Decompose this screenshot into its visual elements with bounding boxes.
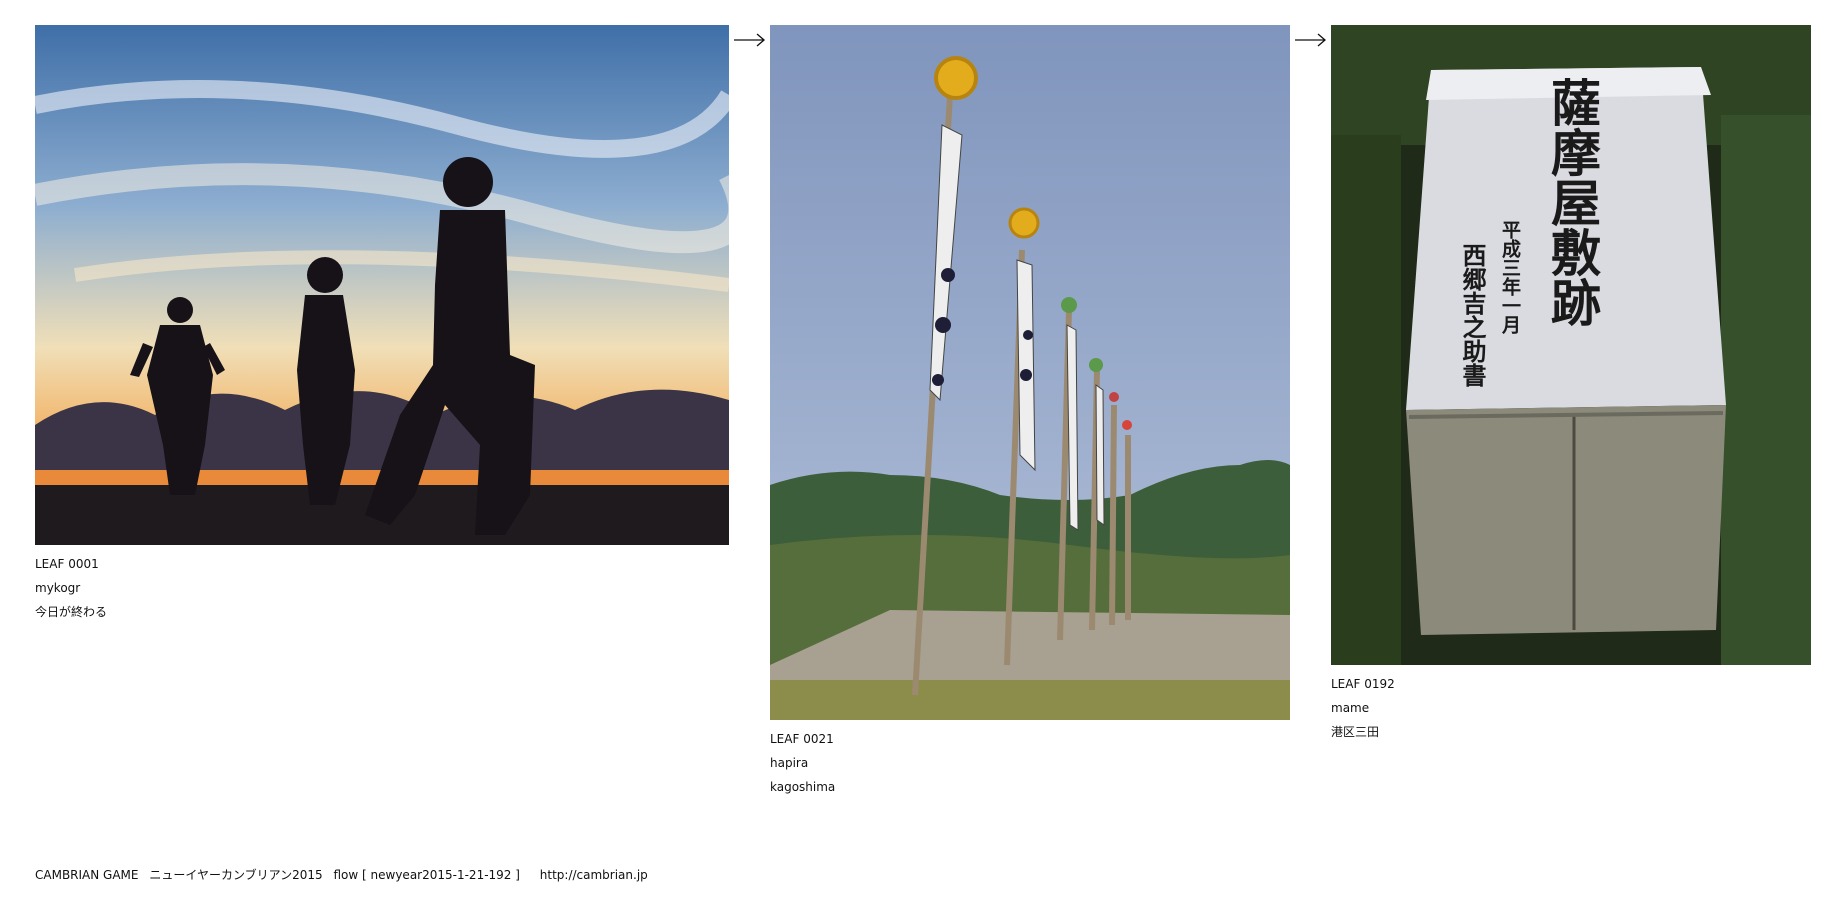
leaf-id[interactable]: LEAF 0192 [1331, 677, 1811, 691]
footer-url-link[interactable]: http://cambrian.jp [540, 868, 648, 882]
stone-main-inscription: 薩摩屋敷跡 [1543, 77, 1602, 327]
stone-author-inscription: 西郷吉之助書 [1458, 243, 1487, 387]
leaf-caption-2: LEAF 0021 hapira kagoshima [770, 732, 1290, 794]
footer-flow: flow [ newyear2015-1-21-192 ] [333, 868, 520, 882]
leaf-photo-sunset-silhouettes[interactable] [35, 25, 729, 545]
leaf-caption-1: LEAF 0001 mykogr 今日が終わる [35, 557, 729, 619]
leaf-card-3: 薩摩屋敷跡 平成三年一月 西郷吉之助書 LEAF 0192 mame 港区三田 [1331, 25, 1811, 749]
leaf-photo-banner-poles[interactable] [770, 25, 1290, 720]
leaf-author[interactable]: hapira [770, 756, 1290, 770]
leaf-title: kagoshima [770, 780, 836, 794]
stone-date-inscription: 平成三年一月 [1499, 220, 1521, 334]
leaf-author[interactable]: mame [1331, 701, 1811, 715]
leaf-card-2: LEAF 0021 hapira kagoshima [770, 25, 1290, 804]
footer: CAMBRIAN GAME ニューイヤーカンブリアン2015 flow [ ne… [35, 868, 648, 882]
sunset-silhouette-image [35, 25, 729, 545]
leaf-caption-3: LEAF 0192 mame 港区三田 [1331, 677, 1811, 739]
leaf-id[interactable]: LEAF 0021 [770, 732, 1290, 746]
banner-poles-image [770, 25, 1290, 720]
footer-brand: CAMBRIAN GAME [35, 868, 139, 882]
leaf-title: 港区三田 [1331, 725, 1380, 739]
right-arrow-icon [1295, 33, 1326, 47]
leaf-id[interactable]: LEAF 0001 [35, 557, 729, 571]
leaf-photo-stone-monument[interactable]: 薩摩屋敷跡 平成三年一月 西郷吉之助書 [1331, 25, 1811, 665]
leaf-card-1: LEAF 0001 mykogr 今日が終わる [35, 25, 729, 629]
leaf-author[interactable]: mykogr [35, 581, 729, 595]
footer-event: ニューイヤーカンブリアン2015 [149, 868, 323, 882]
right-arrow-icon [734, 33, 765, 47]
leaf-title: 今日が終わる [35, 605, 108, 619]
